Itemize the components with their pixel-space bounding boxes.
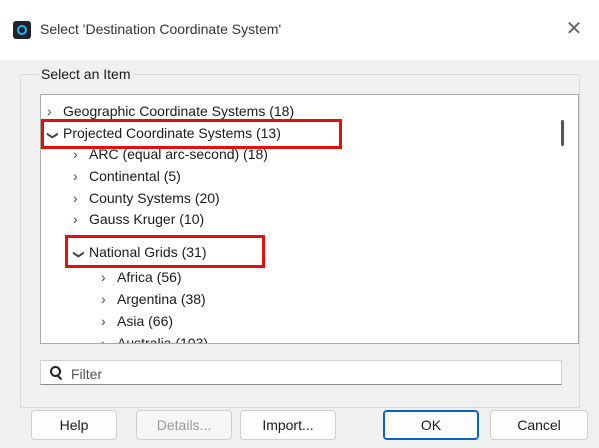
details-button[interactable]: Details...	[136, 410, 232, 440]
tree-item-label: Africa (56)	[117, 269, 182, 285]
cancel-button[interactable]: Cancel	[490, 410, 588, 440]
window-title: Select 'Destination Coordinate System'	[40, 21, 282, 37]
tree-item-label: Gauss Kruger (10)	[89, 211, 205, 227]
tree-item-label: Australia (103)	[117, 335, 209, 344]
help-button[interactable]: Help	[31, 410, 117, 440]
app-globe-icon	[13, 21, 31, 39]
tree-item-africa[interactable]: › Africa (56)	[101, 267, 182, 288]
tree-item-label: Asia (66)	[117, 313, 174, 329]
tree-item-label: Argentina (38)	[117, 291, 206, 307]
filter-input[interactable]	[69, 363, 553, 384]
tree-item-asia[interactable]: › Asia (66)	[101, 311, 173, 332]
chevron-right-icon[interactable]: ›	[73, 209, 89, 230]
chevron-right-icon[interactable]: ›	[101, 333, 117, 343]
tree-item-label: Geographic Coordinate Systems (18)	[63, 103, 295, 119]
tree-item-label: County Systems (20)	[89, 190, 220, 206]
vertical-scrollbar-thumb[interactable]	[561, 120, 564, 146]
title-bar: Select 'Destination Coordinate System' ✕	[0, 0, 599, 60]
tree-item-gauss-kruger[interactable]: › Gauss Kruger (10)	[73, 209, 204, 230]
tree-item-continental[interactable]: › Continental (5)	[73, 166, 181, 187]
chevron-right-icon[interactable]: ›	[101, 289, 117, 310]
tree-item-australia[interactable]: › Australia (103)	[101, 333, 209, 344]
chevron-right-icon[interactable]: ›	[73, 188, 89, 209]
chevron-right-icon[interactable]: ›	[101, 267, 117, 288]
chevron-right-icon[interactable]: ›	[73, 166, 89, 187]
group-label: Select an Item	[39, 66, 133, 82]
highlight-national-grids-box	[65, 235, 265, 268]
close-icon[interactable]: ✕	[560, 16, 588, 44]
highlight-projected-box	[41, 119, 342, 149]
tree-item-label: Continental (5)	[89, 168, 181, 184]
ok-button[interactable]: OK	[383, 410, 479, 440]
tree-item-county[interactable]: › County Systems (20)	[73, 188, 220, 209]
tree-item-argentina[interactable]: › Argentina (38)	[101, 289, 206, 310]
filter-box[interactable]	[40, 360, 562, 385]
search-icon	[50, 366, 63, 381]
import-button[interactable]: Import...	[240, 410, 336, 440]
chevron-right-icon[interactable]: ›	[101, 311, 117, 332]
